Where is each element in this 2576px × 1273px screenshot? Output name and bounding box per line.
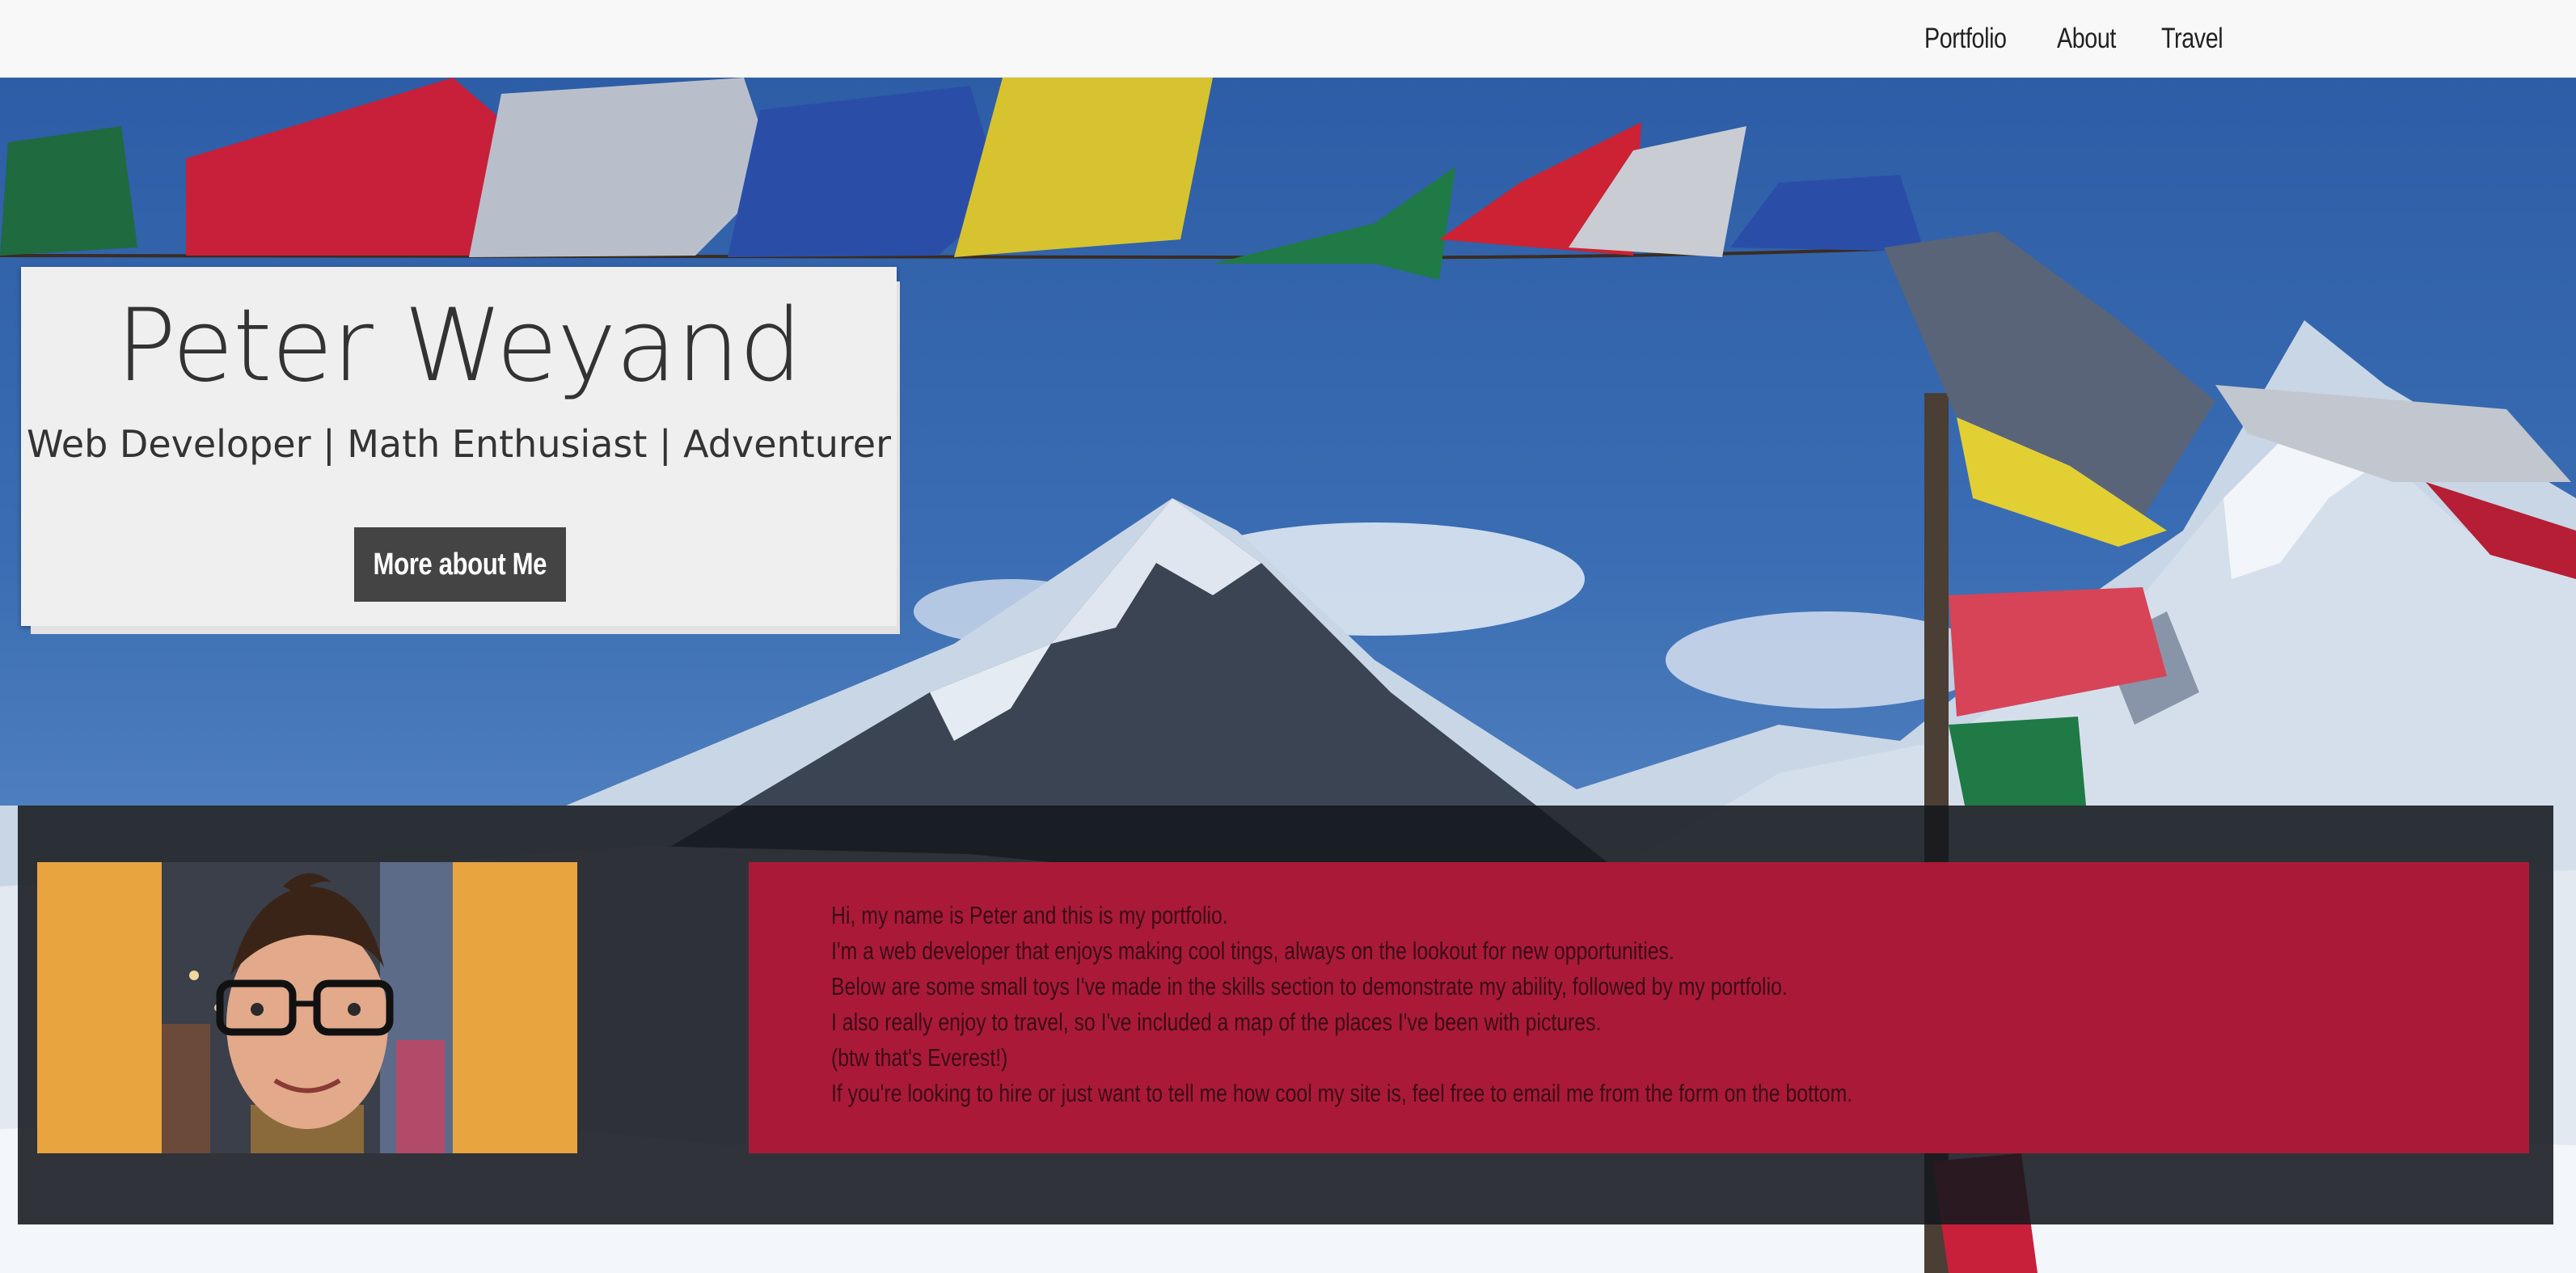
profile-photo-frame xyxy=(37,862,577,1153)
bio-line: Below are some small toys I've made in t… xyxy=(831,972,1788,1000)
nav-link-portfolio[interactable]: Portfolio xyxy=(1924,23,2007,55)
more-about-me-button[interactable]: More about Me xyxy=(354,527,566,602)
nav-links: Portfolio About Travel xyxy=(1924,0,2269,78)
more-about-me-label: More about Me xyxy=(373,547,547,582)
intro-card: Peter Weyand Web Developer | Math Enthus… xyxy=(21,267,897,626)
bio-line: I'm a web developer that enjoys making c… xyxy=(831,937,1674,965)
bio-line: (btw that's Everest!) xyxy=(831,1043,1008,1072)
nav-link-travel[interactable]: Travel xyxy=(2161,23,2223,55)
about-section: Hi, my name is Peter and this is my port… xyxy=(18,806,2553,1224)
bio-box: Hi, my name is Peter and this is my port… xyxy=(749,862,2529,1153)
bio-line: If you're looking to hire or just want t… xyxy=(831,1079,1853,1107)
bio-line: I also really enjoy to travel, so I've i… xyxy=(831,1008,1602,1036)
tagline: Web Developer | Math Enthusiast | Advent… xyxy=(26,422,891,467)
top-navbar: Portfolio About Travel xyxy=(0,0,2576,78)
bio-text: Hi, my name is Peter and this is my port… xyxy=(831,898,2448,1111)
page-title: Peter Weyand xyxy=(116,288,802,404)
bio-line: Hi, my name is Peter and this is my port… xyxy=(831,901,1228,929)
profile-photo xyxy=(162,862,453,1153)
nav-link-about[interactable]: About xyxy=(2057,23,2116,55)
